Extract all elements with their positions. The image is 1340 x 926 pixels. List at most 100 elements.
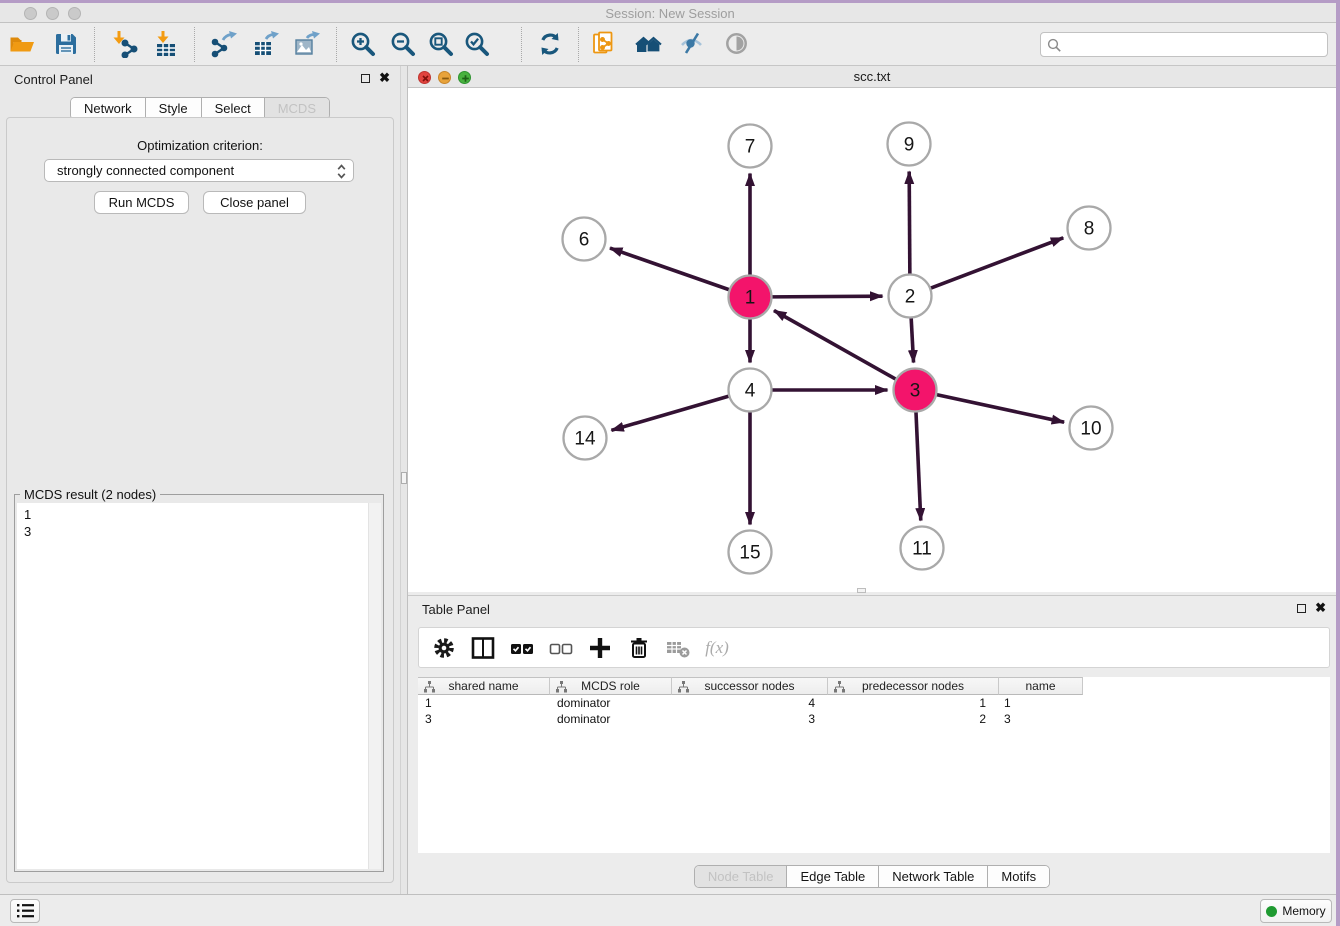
export-image-icon[interactable]: [293, 30, 321, 58]
graph-edge[interactable]: [911, 318, 913, 363]
graph-edge[interactable]: [611, 396, 728, 430]
search-icon: [1047, 38, 1062, 53]
zoom-fit-icon[interactable]: [427, 30, 455, 58]
desktop-background: [0, 0, 1340, 3]
graph-node-label: 4: [745, 381, 756, 402]
application-window: Session: New Session: [0, 0, 1340, 926]
show-all-networks-icon[interactable]: [635, 30, 663, 58]
task-history-button[interactable]: [10, 899, 40, 923]
control-panel: Control Panel ✖ Network Style Select MCD…: [0, 66, 400, 894]
hide-panel-icon[interactable]: [678, 30, 706, 58]
add-column-icon[interactable]: [587, 635, 613, 661]
graph-node-label: 2: [905, 287, 916, 308]
app-titlebar: Session: New Session: [0, 3, 1340, 23]
graph-edge[interactable]: [610, 248, 729, 290]
zoom-in-icon[interactable]: [349, 30, 377, 58]
zoom-selected-icon[interactable]: [463, 30, 491, 58]
import-network-icon[interactable]: [110, 30, 138, 58]
table-cell[interactable]: 3: [672, 711, 828, 727]
close-panel-button[interactable]: Close panel: [203, 191, 306, 214]
table-toolbar: f(x): [418, 627, 1330, 668]
table-cell[interactable]: 4: [672, 695, 828, 711]
tab-node-table[interactable]: Node Table: [695, 866, 787, 887]
mcds-result-group: MCDS result (2 nodes) 1 3: [14, 494, 384, 872]
zoom-out-icon[interactable]: [389, 30, 417, 58]
open-session-icon[interactable]: [8, 30, 36, 58]
table-cell[interactable]: dominator: [550, 711, 672, 727]
graph-edge[interactable]: [931, 238, 1064, 288]
column-header-name[interactable]: name: [999, 677, 1083, 695]
table-cell[interactable]: 3: [999, 711, 1083, 727]
save-session-icon[interactable]: [52, 30, 80, 58]
graph-node-label: 10: [1080, 419, 1101, 440]
workspace: scc.txt 7968124314101511 Table Panel ✖: [408, 66, 1336, 894]
network-view-window: scc.txt 7968124314101511: [408, 66, 1336, 592]
graph-edge[interactable]: [937, 395, 1065, 423]
graph-node-label: 6: [579, 230, 590, 251]
table-header-row: shared name MCDS role successor nodes pr…: [418, 677, 1083, 695]
table-panel-title: Table Panel: [422, 602, 490, 617]
graph-edge[interactable]: [772, 296, 883, 297]
split-panel-icon[interactable]: [470, 635, 496, 661]
optimization-criterion-value: strongly connected component: [57, 163, 234, 178]
network-graph: 7968124314101511: [408, 88, 1336, 592]
table-row[interactable]: 1 dominator 4 1 1: [418, 695, 1083, 711]
result-scrollbar[interactable]: [368, 503, 381, 869]
memory-status-icon: [1266, 906, 1277, 917]
tab-network-table[interactable]: Network Table: [878, 866, 987, 887]
table-row[interactable]: 3 dominator 3 2 3: [418, 711, 1083, 727]
graph-edge[interactable]: [916, 412, 921, 521]
vertical-splitter[interactable]: [400, 66, 408, 894]
search-input[interactable]: [1067, 34, 1322, 55]
import-table-icon[interactable]: [152, 30, 180, 58]
float-panel-icon[interactable]: [361, 74, 370, 83]
graph-node-label: 14: [574, 429, 596, 450]
export-table-icon[interactable]: [252, 30, 280, 58]
memory-button[interactable]: Memory: [1260, 899, 1332, 923]
table-cell[interactable]: 1: [418, 695, 550, 711]
select-all-columns-icon[interactable]: [509, 635, 535, 661]
export-network-icon[interactable]: [210, 30, 238, 58]
clone-network-icon[interactable]: [591, 30, 619, 58]
splitter-handle[interactable]: [401, 472, 407, 484]
mcds-result-title: MCDS result (2 nodes): [20, 487, 160, 502]
table-cell[interactable]: dominator: [550, 695, 672, 711]
show-panel-icon: [723, 30, 751, 58]
network-canvas[interactable]: 7968124314101511: [408, 88, 1336, 592]
horizontal-splitter-handle[interactable]: [857, 588, 866, 593]
graph-edge[interactable]: [774, 311, 896, 380]
tab-select[interactable]: Select: [201, 98, 264, 119]
table-cell[interactable]: 1: [828, 695, 999, 711]
float-panel-icon[interactable]: [1297, 604, 1306, 613]
tab-edge-table[interactable]: Edge Table: [786, 866, 878, 887]
close-panel-icon[interactable]: ✖: [1315, 603, 1326, 613]
tab-motifs[interactable]: Motifs: [987, 866, 1049, 887]
toolbar-separator: [578, 27, 579, 62]
optimization-criterion-select[interactable]: strongly connected component: [44, 159, 354, 182]
table-cell[interactable]: 3: [418, 711, 550, 727]
graph-edge[interactable]: [909, 171, 910, 274]
run-mcds-button[interactable]: Run MCDS: [94, 191, 189, 214]
delete-column-icon[interactable]: [626, 635, 652, 661]
app-title: Session: New Session: [0, 6, 1340, 21]
column-header-mcds-role[interactable]: MCDS role: [550, 677, 672, 695]
graph-node-label: 15: [739, 543, 760, 564]
table-cell[interactable]: 1: [999, 695, 1083, 711]
toolbar-separator: [194, 27, 195, 62]
table-cell[interactable]: 2: [828, 711, 999, 727]
tab-network[interactable]: Network: [71, 98, 145, 119]
hierarchy-icon: [556, 681, 567, 693]
column-header-predecessor-nodes[interactable]: predecessor nodes: [828, 677, 999, 695]
tab-mcds[interactable]: MCDS: [264, 98, 329, 119]
column-header-shared-name[interactable]: shared name: [418, 677, 550, 695]
result-line: 1: [17, 503, 381, 523]
column-header-successor-nodes[interactable]: successor nodes: [672, 677, 828, 695]
mcds-result-textarea[interactable]: 1 3: [17, 503, 381, 869]
table-settings-icon[interactable]: [431, 635, 457, 661]
toolbar-separator: [336, 27, 337, 62]
tab-style[interactable]: Style: [145, 98, 201, 119]
table-panel-tabbar: Node Table Edge Table Network Table Moti…: [694, 865, 1050, 888]
close-panel-icon[interactable]: ✖: [379, 73, 390, 83]
apply-layout-icon[interactable]: [536, 30, 564, 58]
deselect-all-columns-icon[interactable]: [548, 635, 574, 661]
